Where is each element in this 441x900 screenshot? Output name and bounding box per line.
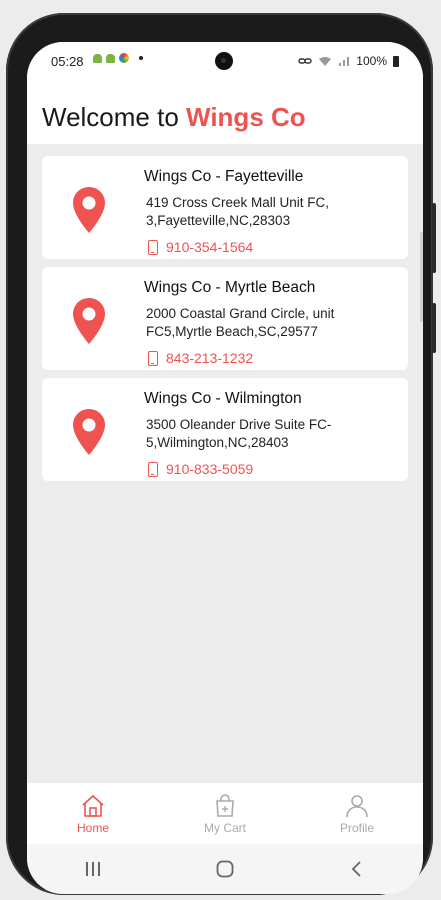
- notification-icons: [93, 53, 143, 63]
- status-time: 05:28: [51, 54, 84, 69]
- phone-number: 910-354-1564: [166, 239, 254, 255]
- location-card[interactable]: Wings Co - Myrtle Beach 2000 Coastal Gra…: [42, 267, 408, 370]
- location-phone[interactable]: 910-833-5059: [148, 461, 253, 477]
- brand-name: Wings Co: [186, 102, 306, 132]
- scrollbar[interactable]: [420, 232, 423, 322]
- bottom-navigation: Home My Cart Profile: [27, 783, 423, 844]
- power-button: [432, 303, 436, 353]
- android-icon: [93, 53, 102, 63]
- location-address: 3500 Oleander Drive Suite FC-5,Wilmingto…: [146, 417, 332, 450]
- location-card[interactable]: Wings Co - Fayetteville 419 Cross Creek …: [42, 156, 408, 259]
- system-navigation-bar: [27, 844, 423, 894]
- nav-my-cart[interactable]: My Cart: [175, 793, 275, 835]
- android-icon: [106, 53, 115, 63]
- battery-icon: [393, 55, 399, 67]
- profile-icon: [346, 794, 368, 817]
- recent-apps-icon[interactable]: [83, 860, 103, 878]
- phone-frame: 05:28 100% Welcome to Wings Co Wings Co …: [6, 13, 436, 895]
- front-camera: [215, 52, 233, 70]
- location-phone[interactable]: 843-213-1232: [148, 350, 253, 366]
- status-bar: 05:28 100%: [27, 42, 423, 80]
- link-icon: [298, 58, 312, 64]
- map-pin-icon: [73, 298, 105, 344]
- location-list: Wings Co - Fayetteville 419 Cross Creek …: [42, 156, 408, 489]
- home-icon: [82, 794, 104, 817]
- phone-icon: [148, 350, 158, 366]
- nav-profile-label: Profile: [339, 820, 374, 835]
- battery-percent: 100%: [356, 54, 387, 68]
- home-button-icon[interactable]: [215, 859, 235, 879]
- location-address: 419 Cross Creek Mall Unit FC, 3,Fayettev…: [146, 195, 330, 228]
- signal-icon: [339, 56, 350, 66]
- app-header: Welcome to Wings Co: [27, 80, 423, 144]
- phone-icon: [148, 239, 158, 255]
- app-notification-icon: [119, 53, 129, 63]
- welcome-text: Welcome to: [42, 102, 187, 132]
- location-phone[interactable]: 910-354-1564: [148, 239, 253, 255]
- location-name: Wings Co - Wilmington: [144, 390, 302, 407]
- nav-home[interactable]: Home: [43, 793, 143, 835]
- cart-icon: [216, 793, 234, 817]
- wifi-icon: [319, 56, 332, 66]
- status-indicators: 100%: [298, 54, 399, 68]
- more-notifications-icon: [139, 56, 143, 60]
- map-pin-icon: [73, 187, 105, 233]
- page-title: Welcome to Wings Co: [42, 102, 306, 133]
- nav-home-label: Home: [76, 820, 109, 835]
- map-pin-icon: [73, 409, 105, 455]
- phone-number: 843-213-1232: [166, 350, 254, 366]
- location-name: Wings Co - Myrtle Beach: [144, 279, 316, 296]
- phone-icon: [148, 461, 158, 477]
- phone-number: 910-833-5059: [166, 461, 254, 477]
- location-address: 2000 Coastal Grand Circle, unit FC5,Myrt…: [146, 306, 335, 339]
- location-name: Wings Co - Fayetteville: [144, 168, 304, 185]
- back-icon[interactable]: [347, 859, 367, 879]
- volume-button: [432, 203, 436, 273]
- location-card[interactable]: Wings Co - Wilmington 3500 Oleander Driv…: [42, 378, 408, 481]
- nav-my-cart-label: My Cart: [204, 820, 246, 835]
- nav-profile[interactable]: Profile: [307, 793, 407, 835]
- screen: 05:28 100% Welcome to Wings Co Wings Co …: [27, 42, 423, 894]
